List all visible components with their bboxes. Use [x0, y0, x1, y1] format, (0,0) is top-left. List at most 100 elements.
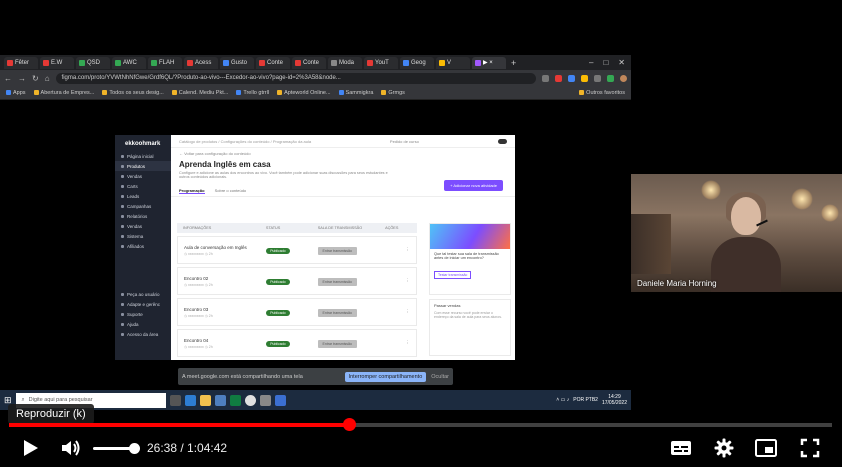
forward-arrow-icon: →: [18, 73, 26, 83]
bookmark-item: Calend. Mediu Pkt...: [171, 90, 228, 96]
browser-tab: E.W: [40, 56, 74, 69]
app-sidebar: ekkoohmark Página inicial Produtos Venda…: [115, 135, 171, 360]
play-button[interactable]: [14, 436, 46, 460]
sales-card: Passar vendas Com esse recurso você pode…: [429, 299, 511, 356]
browser-tab: Conte: [292, 56, 326, 69]
more-icon: ⋮: [405, 309, 411, 314]
url-text: figma.com/proto/YVWtNhNfGwe/Grdf6QL/?Pro…: [55, 72, 536, 84]
more-icon: ⋮: [405, 278, 411, 283]
system-tray: ˄ ▭ ♪ POR PTB2 14:29 17/05/2022: [556, 394, 627, 406]
participant-webcam: Daniele Maria Horning: [631, 174, 842, 292]
app-main: Catálogo de produtos / Configurações do …: [171, 135, 515, 360]
progress-scrubber[interactable]: [342, 418, 356, 431]
browser-tab-strip: Fêter E.W QSD AWC FLAH Acess Gusto Conte…: [0, 55, 631, 70]
participant-video: [711, 192, 781, 292]
sidebar-item: Acesso da área: [115, 329, 171, 339]
time-display: 26:38 / 1:04:42: [147, 441, 228, 455]
volume-knob[interactable]: [129, 443, 140, 454]
fullscreen-button[interactable]: [795, 436, 825, 460]
status-badge: Publicado: [266, 278, 290, 285]
table-row: Encontro 03 ◷ xxxxxxxxx ◷ 2h Publicado En…: [177, 298, 417, 326]
sidebar-item: Ajuda: [115, 319, 171, 329]
bookmark-item: Grmgs: [381, 90, 405, 96]
sidebar-item: Afiliados: [115, 241, 171, 251]
back-link: ← Voltar para configuração do conteúdo: [179, 151, 251, 156]
browser-tab: Moda: [328, 56, 362, 69]
status-badge: Publicado: [266, 340, 290, 347]
app-icon: [274, 394, 286, 406]
participant-name: Daniele Maria Horning: [637, 279, 717, 288]
app-icon: [259, 394, 271, 406]
reload-icon: ↻: [32, 73, 39, 83]
schedule-table: INFORMAÇÕES STATUS SALA DE TRANSMISSÃO A…: [177, 223, 417, 357]
subtitles-button[interactable]: [666, 436, 696, 460]
sidebar-item: Vendas: [115, 221, 171, 231]
browser-tab: Geog: [400, 56, 434, 69]
status-badge: Publicado: [266, 247, 290, 254]
browser-tab: Fêter: [4, 56, 38, 69]
app-icon: [214, 394, 226, 406]
table-row: Encontro 04 ◷ xxxxxxxxx ◷ 2h Publicado En…: [177, 329, 417, 357]
window-controls: – □ ✕: [589, 58, 625, 67]
browser-tab: AWC: [112, 56, 146, 69]
browser-tab: Gusto: [220, 56, 254, 69]
progress-played: [9, 423, 349, 427]
bookmark-item: Apps: [6, 90, 26, 96]
home-icon: ⌂: [44, 73, 50, 83]
tray-icons: ˄ ▭ ♪: [556, 397, 570, 403]
table-header: INFORMAÇÕES STATUS SALA DE TRANSMISSÃO A…: [177, 223, 417, 233]
enter-stream-button: Entrar transmissão: [317, 277, 357, 286]
app-icon: [199, 394, 211, 406]
settings-button[interactable]: [709, 436, 739, 460]
extension-icon: [542, 74, 549, 82]
progress-bar[interactable]: [9, 423, 832, 427]
fullscreen-icon: [800, 438, 820, 458]
mute-button[interactable]: [56, 436, 86, 460]
sidebar-item: Relatórios: [115, 211, 171, 221]
time-current: 26:38: [147, 441, 178, 455]
screen-share-bar: A meet.google.com está compartilhando um…: [178, 368, 453, 385]
test-stream-card: Que tal testar sua sala de transmissão a…: [429, 223, 511, 295]
miniplayer-button[interactable]: [751, 436, 781, 460]
tab-programacao: Programação: [179, 188, 205, 194]
sidebar-item: Página inicial: [115, 151, 171, 161]
play-tooltip: Reproduzir (k): [8, 404, 94, 424]
bookmark-item: Todos os seus desig...: [102, 90, 164, 96]
app-logo: ekkoohmark: [125, 141, 161, 147]
top-pill: Pedido de curso: [389, 138, 419, 144]
extension-icon: [581, 74, 588, 82]
browser-tab: FLAH: [148, 56, 182, 69]
extension-icon: [568, 74, 575, 82]
browser-tab: YouT: [364, 56, 398, 69]
extension-icon: [607, 74, 614, 82]
table-row: Encontro 02 ◷ xxxxxxxxx ◷ 2h Publicado En…: [177, 267, 417, 295]
browser-tab: Acess: [184, 56, 218, 69]
sidebar-item: Vendas: [115, 171, 171, 181]
more-icon: ⋮: [405, 340, 411, 345]
sidebar-item: Campanhas: [115, 201, 171, 211]
card-illustration: [430, 224, 510, 249]
bookmark-folder: Outros favoritos: [579, 90, 625, 96]
tab-sobre: Sobre o conteúdo: [214, 188, 247, 193]
sidebar-item: Adapte e gerênc: [115, 299, 171, 309]
browser-tab: Conte: [256, 56, 290, 69]
sidebar-item: Peça ao usuário: [115, 289, 171, 299]
profile-avatar-icon: [620, 74, 627, 82]
bookmark-item: Sammigkra: [338, 90, 373, 96]
play-icon: [24, 440, 38, 456]
test-stream-button: Testar transmissão: [434, 271, 472, 279]
table-row: Aula de conversação em Inglês ◷ xxxxxxxxx…: [177, 236, 417, 264]
bookmarks-bar: Apps Abertura de Empres... Todos os seus…: [0, 86, 631, 100]
page-subtitle: Configure e adicione as aulas dos encont…: [179, 171, 388, 179]
settings-icon: [714, 438, 734, 458]
bookmark-item: Abertura de Empres...: [33, 90, 94, 96]
sidebar-item: Sistema: [115, 231, 171, 241]
video-player[interactable]: Fêter E.W QSD AWC FLAH Acess Gusto Conte…: [0, 0, 842, 467]
enter-stream-button: Entrar transmissão: [317, 339, 357, 348]
sidebar-item: Suporte: [115, 309, 171, 319]
back-arrow-icon: ←: [4, 73, 12, 83]
app-icon: [184, 394, 196, 406]
figma-prototype-frame: ekkoohmark Página inicial Produtos Venda…: [115, 135, 515, 360]
app-breadcrumb: Catálogo de produtos / Configurações do …: [171, 135, 515, 148]
page-title: Aprenda Inglês em casa: [179, 160, 271, 169]
